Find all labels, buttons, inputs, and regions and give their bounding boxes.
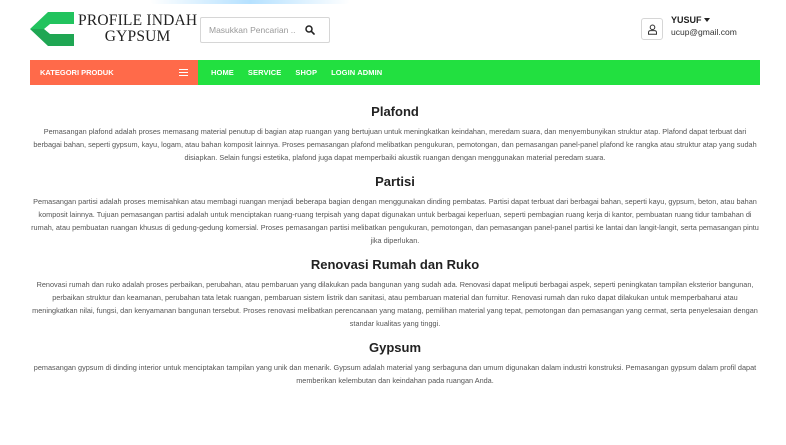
search-box [200, 17, 330, 43]
main-content: Plafond Pemasangan plafond adalah proses… [30, 104, 760, 387]
category-label: KATEGORI PRODUK [40, 68, 114, 77]
user-account-button[interactable] [641, 18, 663, 40]
section-title: Plafond [371, 104, 419, 119]
section-title: Gypsum [368, 340, 421, 355]
section-body: Renovasi rumah dan ruko adalah proses pe… [32, 280, 758, 328]
nav-item-home[interactable]: HOME [211, 68, 234, 77]
nav-menu: HOME SERVICE SHOP LOGIN ADMIN [198, 60, 382, 85]
section-partisi: Partisi Pemasangan partisi adalah proses… [30, 174, 760, 247]
nav-item-service[interactable]: SERVICE [248, 68, 282, 77]
category-menu-button[interactable]: KATEGORI PRODUK [30, 60, 198, 85]
brand-name: PROFILE INDAH GYPSUM [78, 13, 197, 45]
nav-item-login-admin[interactable]: LOGIN ADMIN [331, 68, 382, 77]
user-name: YUSUF [671, 15, 702, 25]
section-gypsum: Gypsum pemasangan gypsum di dinding inte… [30, 340, 760, 387]
search-icon [305, 25, 315, 35]
search-button[interactable] [299, 19, 321, 41]
brand-name-line1: PROFILE INDAH [78, 12, 198, 29]
site-header: PROFILE INDAH GYPSUM YUSUF ucup@gmail.co… [0, 0, 786, 60]
user-icon [647, 24, 657, 35]
user-menu-toggle[interactable]: YUSUF [671, 14, 737, 26]
section-plafond: Plafond Pemasangan plafond adalah proses… [30, 104, 760, 164]
user-info: YUSUF ucup@gmail.com [671, 14, 737, 38]
caret-down-icon [703, 18, 710, 22]
section-title: Partisi [375, 174, 415, 189]
main-navbar: KATEGORI PRODUK HOME SERVICE SHOP LOGIN … [30, 60, 760, 85]
section-renovasi: Renovasi Rumah dan Ruko Renovasi rumah d… [30, 257, 760, 330]
section-body: Pemasangan partisi adalah proses memisah… [31, 197, 759, 245]
hamburger-icon [179, 68, 188, 77]
section-body: pemasangan gypsum di dinding interior un… [33, 363, 757, 385]
search-input[interactable] [201, 25, 299, 35]
section-title: Renovasi Rumah dan Ruko [310, 257, 480, 272]
user-email: ucup@gmail.com [671, 27, 737, 37]
brand-logo[interactable]: PROFILE INDAH GYPSUM [30, 10, 197, 48]
section-body: Pemasangan plafond adalah proses memasan… [33, 127, 757, 162]
gypsum-logo-icon [30, 12, 74, 46]
nav-item-shop[interactable]: SHOP [295, 68, 317, 77]
brand-name-line2: GYPSUM [104, 28, 171, 45]
